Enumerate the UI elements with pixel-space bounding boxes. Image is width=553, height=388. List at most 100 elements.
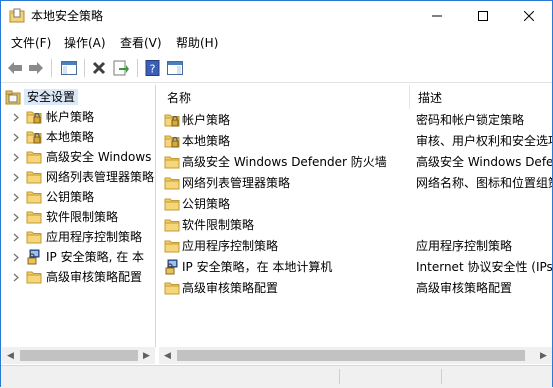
ip-security-icon bbox=[27, 249, 40, 265]
tree-item-label: IP 安全策略, 在 本 bbox=[46, 250, 145, 264]
console-tree-pane[interactable]: 安全设置 帐户策略 本地策略 高级安全 Windows 网络列表管理器策略 公钥… bbox=[2, 85, 156, 347]
title-bar[interactable]: 本地安全策略 bbox=[1, 1, 552, 31]
scroll-right-icon[interactable]: ▶ bbox=[138, 347, 155, 364]
toolbar-separator bbox=[51, 59, 52, 77]
folder-icon bbox=[164, 156, 180, 169]
folder-icon bbox=[26, 191, 42, 204]
scroll-left-icon[interactable]: ◀ bbox=[2, 347, 19, 364]
details-list-pane[interactable]: 名称 描述 帐户策略 密码和帐户锁定策略 本地策略 审核、用户权利和安全选项 高级安… bbox=[159, 85, 552, 347]
show-hide-tree-button[interactable] bbox=[59, 58, 79, 78]
tree-item[interactable]: 应用程序控制策略 bbox=[2, 227, 155, 247]
scroll-left-icon[interactable]: ◀ bbox=[159, 347, 176, 364]
list-item-name: 帐户策略 bbox=[182, 113, 231, 127]
list-item[interactable]: 应用程序控制策略 应用程序控制策略 bbox=[159, 236, 552, 257]
folder-icon bbox=[164, 177, 180, 190]
export-list-button[interactable] bbox=[111, 58, 131, 78]
list-item[interactable]: 本地策略 审核、用户权利和安全选项 bbox=[159, 131, 552, 152]
local-security-policy-window: 本地安全策略 文件(F) 操作(A) 查看(V) 帮助(H) ? 安全设置 帐户… bbox=[0, 0, 553, 388]
tree-root-security-settings[interactable]: 安全设置 bbox=[2, 87, 155, 107]
list-item-description: 高级审核策略配置 bbox=[416, 281, 513, 295]
folder-icon bbox=[26, 231, 42, 244]
list-item-name: 高级审核策略配置 bbox=[182, 281, 279, 295]
list-item-description: 密码和帐户锁定策略 bbox=[416, 113, 525, 127]
delete-button[interactable] bbox=[89, 58, 109, 78]
minimize-button[interactable] bbox=[414, 1, 460, 31]
security-settings-icon bbox=[5, 90, 21, 105]
tree-item[interactable]: 软件限制策略 bbox=[2, 207, 155, 227]
tree-item-label: 应用程序控制策略 bbox=[46, 230, 143, 244]
menu-file[interactable]: 文件(F) bbox=[11, 35, 51, 51]
list-item-description: 应用程序控制策略 bbox=[416, 239, 513, 253]
tree-item[interactable]: 高级安全 Windows bbox=[2, 147, 155, 167]
tree-item[interactable]: 本地策略 bbox=[2, 127, 155, 147]
folder-icon bbox=[26, 171, 42, 184]
list-item-name: 应用程序控制策略 bbox=[182, 239, 279, 253]
delete-x-icon bbox=[92, 61, 106, 75]
folder-icon bbox=[164, 219, 180, 232]
menu-action[interactable]: 操作(A) bbox=[64, 35, 106, 51]
show-action-pane-button[interactable] bbox=[165, 58, 185, 78]
tree-item[interactable]: 帐户策略 bbox=[2, 107, 155, 127]
tree-item-label: 本地策略 bbox=[46, 130, 95, 144]
menu-help[interactable]: 帮助(H) bbox=[176, 35, 218, 51]
tree-item-label: 高级安全 Windows bbox=[46, 150, 152, 164]
column-header-description[interactable]: 描述 bbox=[410, 85, 552, 109]
column-header-name[interactable]: 名称 bbox=[159, 85, 410, 109]
tree-item[interactable]: 高级审核策略配置 bbox=[2, 267, 155, 287]
forward-button[interactable] bbox=[26, 58, 46, 78]
maximize-icon bbox=[478, 11, 488, 21]
list-item[interactable]: 高级安全 Windows Defender 防火墙 高级安全 Windows De… bbox=[159, 152, 552, 173]
svg-text:?: ? bbox=[150, 63, 156, 76]
folder-lock-icon bbox=[164, 135, 180, 148]
toolbar: ? bbox=[1, 54, 552, 83]
help-icon: ? bbox=[145, 60, 160, 76]
folder-lock-icon bbox=[164, 114, 180, 127]
menu-view[interactable]: 查看(V) bbox=[120, 35, 162, 51]
action-pane-icon bbox=[167, 61, 183, 75]
list-item-name: 网络列表管理器策略 bbox=[182, 176, 291, 190]
list-item[interactable]: 软件限制策略 bbox=[159, 215, 552, 236]
folder-icon bbox=[164, 240, 180, 253]
list-item-description: Internet 协议安全性 (IPsec) bbox=[416, 260, 552, 274]
chevron-right-icon[interactable] bbox=[11, 150, 21, 164]
chevron-right-icon[interactable] bbox=[11, 110, 21, 124]
chevron-right-icon[interactable] bbox=[11, 210, 21, 224]
tree-item-label: 帐户策略 bbox=[46, 110, 95, 124]
chevron-right-icon[interactable] bbox=[11, 130, 21, 144]
app-icon bbox=[9, 8, 25, 23]
chevron-right-icon[interactable] bbox=[11, 170, 21, 184]
maximize-button[interactable] bbox=[460, 1, 506, 31]
chevron-right-icon[interactable] bbox=[11, 230, 21, 244]
console-tree-icon bbox=[61, 61, 77, 75]
tree-item[interactable]: 网络列表管理器策略 bbox=[2, 167, 155, 187]
list-item[interactable]: 帐户策略 密码和帐户锁定策略 bbox=[159, 110, 552, 131]
chevron-right-icon[interactable] bbox=[11, 190, 21, 204]
list-item-name: 软件限制策略 bbox=[182, 218, 255, 232]
help-button[interactable]: ? bbox=[143, 58, 163, 78]
folder-icon bbox=[26, 271, 42, 284]
close-icon bbox=[524, 11, 534, 21]
arrow-right-icon bbox=[29, 62, 43, 74]
list-item-description: 网络名称、图标和位置组策略 bbox=[416, 176, 552, 190]
chevron-right-icon[interactable] bbox=[11, 250, 21, 264]
list-horizontal-scrollbar[interactable]: ◀ ▶ bbox=[159, 347, 552, 364]
menu-bar: 文件(F) 操作(A) 查看(V) 帮助(H) bbox=[1, 32, 552, 54]
export-list-icon bbox=[113, 60, 129, 76]
list-item[interactable]: 高级审核策略配置 高级审核策略配置 bbox=[159, 278, 552, 299]
tree-item[interactable]: 公钥策略 bbox=[2, 187, 155, 207]
tree-item[interactable]: IP 安全策略, 在 本 bbox=[2, 247, 155, 267]
list-item[interactable]: 网络列表管理器策略 网络名称、图标和位置组策略 bbox=[159, 173, 552, 194]
scrollbar-thumb[interactable] bbox=[20, 350, 138, 361]
scrollbar-thumb[interactable] bbox=[177, 350, 525, 361]
close-button[interactable] bbox=[506, 1, 552, 31]
back-button[interactable] bbox=[5, 58, 25, 78]
list-item[interactable]: IP 安全策略，在 本地计算机 Internet 协议安全性 (IPsec) bbox=[159, 257, 552, 278]
list-item[interactable]: 公钥策略 bbox=[159, 194, 552, 215]
scroll-right-icon[interactable]: ▶ bbox=[535, 347, 552, 364]
ip-security-icon bbox=[165, 259, 178, 275]
tree-horizontal-scrollbar[interactable]: ◀ ▶ bbox=[2, 347, 155, 364]
folder-icon bbox=[26, 151, 42, 164]
chevron-right-icon[interactable] bbox=[11, 270, 21, 284]
column-header-description-label: 描述 bbox=[418, 91, 443, 105]
list-item-name: 公钥策略 bbox=[182, 197, 231, 211]
